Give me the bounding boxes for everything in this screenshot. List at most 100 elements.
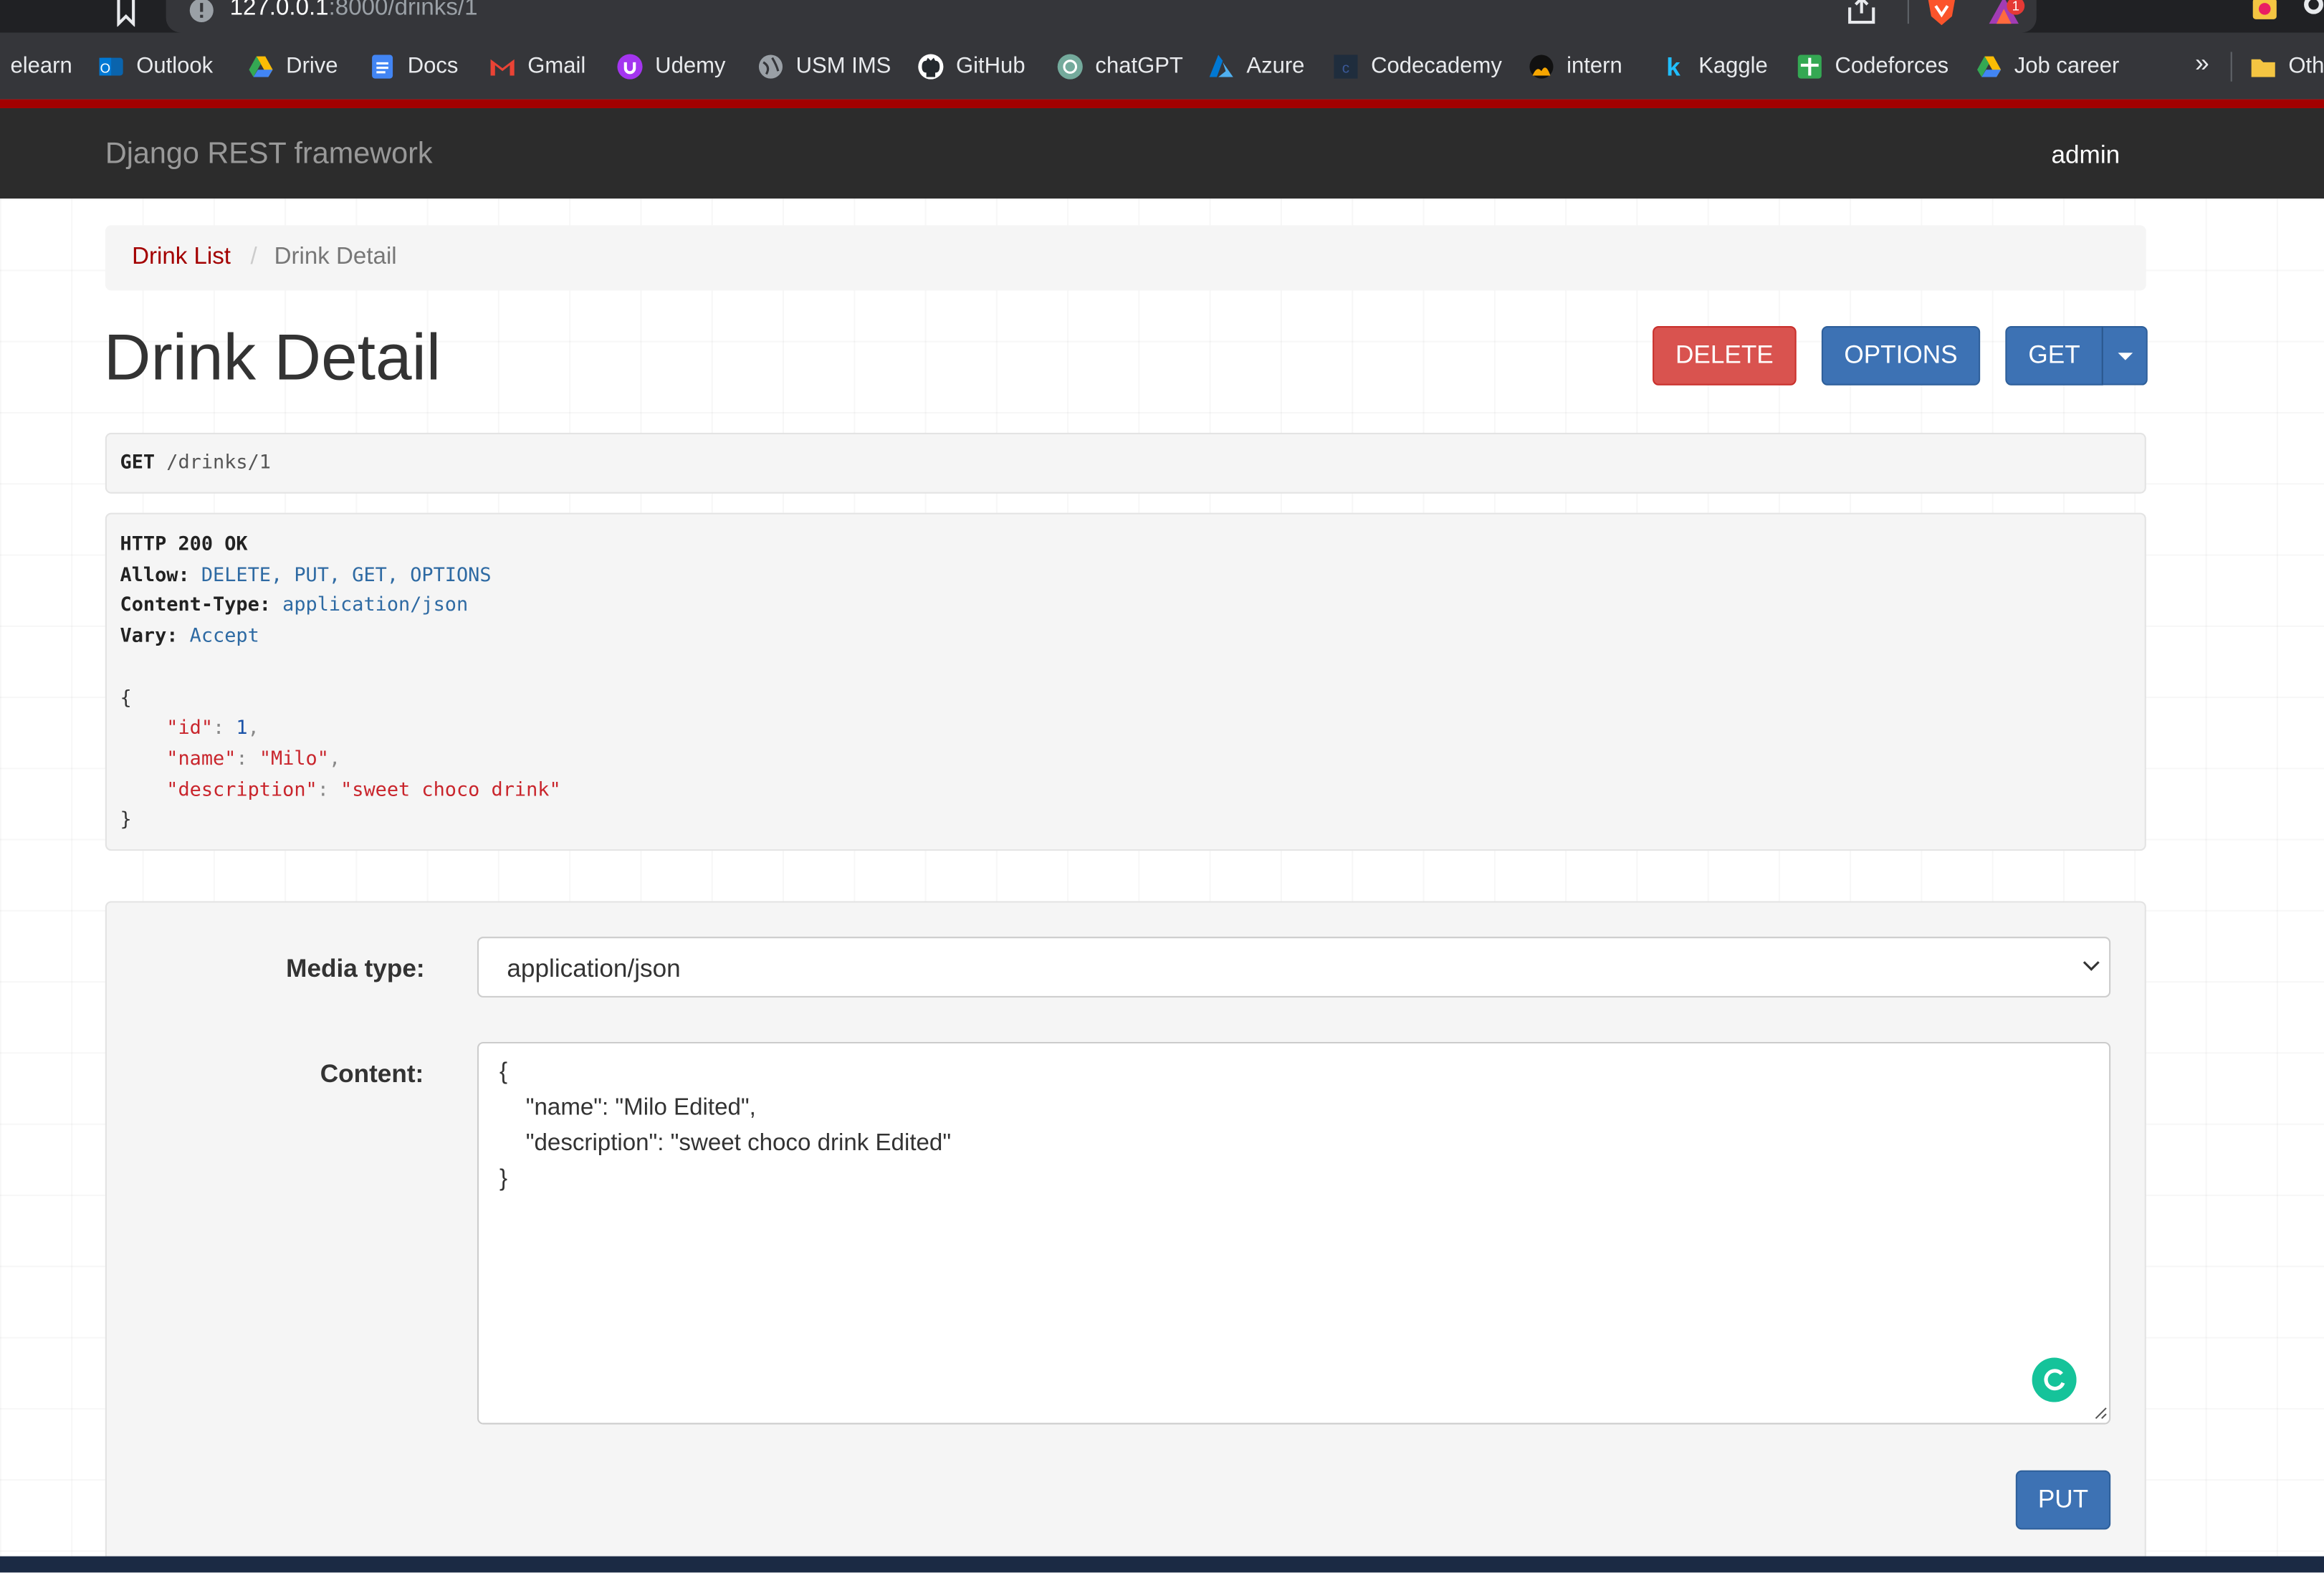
google-drive-icon [1977,55,2002,77]
accent-bar [0,99,2324,108]
more-bookmarks-button[interactable]: » [2195,49,2209,78]
header-name: Allow: [120,564,190,588]
response-header-vary: Vary: Accept [120,626,259,648]
bookmark-job-career[interactable]: Job career [1976,33,2119,100]
bookmark-codecademy[interactable]: c Codecademy [1332,33,1502,100]
bookmark-label: Drive [286,53,338,79]
breadcrumb-link-drink-list[interactable]: Drink List [132,244,231,271]
navbar-user-menu[interactable]: admin [2051,140,2120,170]
response-header-content-type: Content-Type: application/json [120,594,469,616]
udemy-icon [617,53,643,79]
brave-rewards-icon[interactable]: 1 [1986,0,2025,29]
browser-toolbar: 127.0.0.1:8000/drinks/1 1 [0,0,2324,33]
header-name: Vary: [120,625,178,648]
bookmark-drive[interactable]: Drive [247,33,338,100]
brave-shields-icon[interactable] [1924,0,1960,27]
bookmark-label: Gmail [527,53,586,79]
bookmark-intern[interactable]: intern [1528,33,1622,100]
chatgpt-icon [1057,53,1083,79]
request-path: /drinks/1 [166,451,272,474]
other-bookmarks-label: Oth [2288,53,2324,79]
share-icon[interactable] [1845,0,1878,25]
bookmark-docs[interactable]: Docs [369,33,458,100]
azure-icon [1209,54,1233,77]
gmail-icon [490,58,515,75]
other-bookmarks-folder[interactable]: Oth [2250,33,2324,100]
bookmark-label: Kaggle [1698,53,1768,79]
breadcrumb: Drink List / Drink Detail [105,225,2146,291]
delete-button[interactable]: DELETE [1653,326,1797,386]
content-line: "name": "Milo Edited", [499,1095,756,1121]
page: 127.0.0.1:8000/drinks/1 1 elearn O Outlo… [0,0,2324,1573]
intern-icon [1529,54,1554,78]
google-drive-icon [249,55,273,77]
get-format-dropdown[interactable] [2101,326,2148,386]
svg-text:O: O [100,59,110,75]
json-line-name: "name": "Milo", [166,748,341,771]
json-open-brace: { [120,687,132,710]
caret-down-icon [2117,352,2133,360]
bookmark-chatgpt[interactable]: chatGPT [1057,33,1183,100]
content-line: } [499,1166,508,1192]
url-path: :8000/drinks/1 [328,0,478,21]
codeforces-icon [1797,54,1822,78]
content-textarea[interactable]: { "name": "Milo Edited", "description": … [477,1041,2111,1425]
bookmark-label: chatGPT [1095,53,1183,79]
media-type-selected-value: application/json [507,954,681,983]
extensions-puzzle-icon[interactable] [2303,0,2324,24]
resize-handle-icon[interactable] [2093,1405,2108,1420]
bookmark-kaggle[interactable]: k Kaggle [1660,33,1768,100]
globe-icon [758,54,783,78]
codecademy-icon: c [1334,54,1358,78]
json-value: 1 [236,717,248,740]
bookmark-udemy[interactable]: Udemy [616,33,725,100]
options-button[interactable]: OPTIONS [1821,326,1981,386]
content-line: "description": "sweet choco drink Edited… [499,1131,952,1157]
bookmark-label: Udemy [655,53,726,79]
kaggle-icon: k [1666,52,1680,79]
put-button[interactable]: PUT [2015,1470,2111,1530]
response-header-allow: Allow: DELETE, PUT, GET, OPTIONS [120,565,492,587]
navbar-brand[interactable]: Django REST framework [105,138,433,172]
get-button[interactable]: GET [2005,326,2103,386]
bookmark-label: GitHub [956,53,1025,79]
bookmark-elearn[interactable]: elearn [10,33,72,100]
bookmark-azure[interactable]: Azure [1208,33,1304,100]
svg-text:c: c [1342,59,1349,75]
outlook-icon: O [99,57,123,75]
response-status-line: HTTP 200 OK [120,534,248,556]
json-line-description: "description": "sweet choco drink" [166,779,561,802]
bookmark-github[interactable]: GitHub [917,33,1025,100]
media-type-select[interactable]: application/json [477,937,2111,998]
content-label: Content: [320,1059,424,1089]
request-info: GET /drinks/1 [105,432,2146,494]
bookmark-gmail[interactable]: Gmail [489,33,586,100]
toolbar-divider [1907,0,1909,24]
bookmark-label: Outlook [136,53,214,79]
json-key: "description" [166,779,317,802]
bookmark-star-icon[interactable] [115,0,136,27]
site-info-icon[interactable] [188,0,215,24]
content-line: { [499,1059,508,1085]
url-text[interactable]: 127.0.0.1:8000/drinks/1 [230,0,478,22]
bookmark-label: elearn [10,53,72,79]
extension-icon[interactable] [2250,0,2280,24]
request-line: GET /drinks/1 [120,452,271,474]
grammarly-icon[interactable] [2032,1357,2077,1402]
bookmark-usm-ims[interactable]: USM IMS [757,33,891,100]
bookmark-codeforces[interactable]: Codeforces [1797,33,1948,100]
header-value: application/json [282,594,469,617]
bookmark-outlook[interactable]: O Outlook [98,33,214,100]
response-panel: HTTP 200 OK Allow: DELETE, PUT, GET, OPT… [105,512,2146,851]
github-icon [918,53,944,79]
request-method: GET [120,451,156,474]
breadcrumb-separator: / [250,244,257,270]
navbar: Django REST framework admin [0,107,2324,199]
page-title: Drink Detail [103,321,441,395]
bookmark-label: Docs [407,53,459,79]
google-docs-icon [372,54,393,78]
bookmark-label: Codecademy [1371,53,1502,79]
bookmark-label: USM IMS [795,53,891,79]
json-key: "id" [166,717,214,740]
address-bar[interactable]: 127.0.0.1:8000/drinks/1 1 [166,0,2037,33]
